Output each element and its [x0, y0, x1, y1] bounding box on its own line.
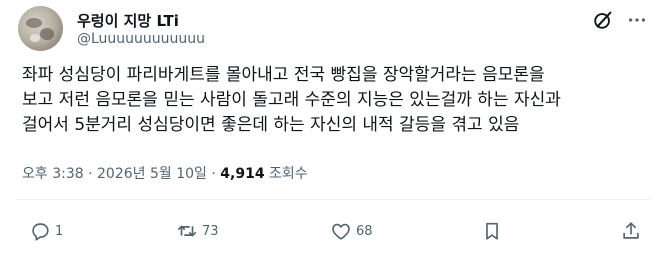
divider	[16, 199, 651, 200]
views-count: 4,914	[220, 166, 265, 182]
reply-count: 1	[55, 223, 64, 239]
tweet-text-line: 보고 저런 음모론을 믿는 사람이 돌고래 수준의 지능은 있는걸까 하는 자신…	[22, 90, 561, 110]
heart-icon	[332, 223, 350, 240]
bookmark-icon	[486, 222, 498, 240]
meta-separator: ·	[211, 166, 216, 182]
reply-icon	[32, 223, 49, 241]
views-label: 조회수	[269, 166, 308, 182]
share-icon	[623, 222, 639, 239]
tweet-date[interactable]: 2026년 5월 10일	[97, 166, 207, 182]
meta-separator: ·	[88, 166, 93, 182]
retweet-button[interactable]: 73	[176, 220, 219, 242]
avatar-image-detail	[26, 18, 42, 28]
tweet-text-line: 좌파 성심당이 파리바게트를 몰아내고 전국 빵집을 장악할거라는 음모론을	[22, 65, 545, 85]
tweet-time[interactable]: 오후 3:38	[22, 166, 84, 182]
avatar-image-detail	[40, 28, 54, 40]
more-icon[interactable]	[626, 9, 648, 31]
like-count: 68	[356, 223, 373, 239]
tweet-meta: 오후 3:38 · 2026년 5월 10일 · 4,914 조회수	[22, 163, 308, 183]
tweet-text: 좌파 성심당이 파리바게트를 몰아내고 전국 빵집을 장악할거라는 음모론을 보…	[22, 63, 652, 138]
grok-icon[interactable]	[592, 9, 614, 31]
share-button[interactable]	[620, 220, 642, 242]
like-button[interactable]: 68	[330, 220, 373, 242]
tweet-text-line: 걸어서 5분거리 성심당이면 좋은데 하는 자신의 내적 갈등을 겪고 있음	[22, 115, 520, 135]
avatar[interactable]	[18, 6, 63, 51]
user-handle[interactable]: @Luuuuuuuuuuuu	[77, 31, 205, 47]
retweet-icon	[177, 225, 197, 237]
avatar-image-detail	[30, 34, 40, 42]
retweet-count: 73	[202, 223, 219, 239]
bookmark-button[interactable]	[481, 220, 503, 242]
display-name[interactable]: 우렁이 지망 LTi	[77, 10, 179, 31]
reply-button[interactable]: 1	[29, 220, 63, 242]
